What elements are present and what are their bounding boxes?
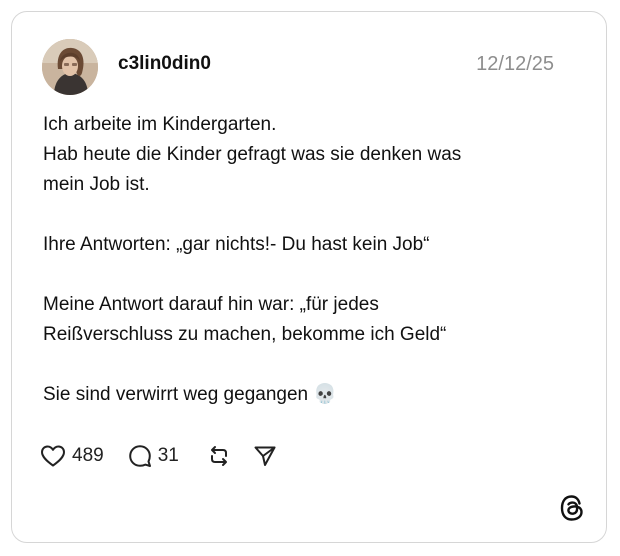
reply-button[interactable]: 31 xyxy=(128,444,179,468)
action-bar: 489 31 xyxy=(40,442,277,470)
heart-icon xyxy=(41,445,65,467)
repost-button[interactable] xyxy=(207,444,231,468)
post-text-line: Ich arbeite im Kindergarten. xyxy=(43,114,277,135)
post-text-line: Sie sind verwirrt weg gegangen 💀 xyxy=(43,384,338,405)
post-text-line: Ihre Antworten: „gar nichts!- Du hast ke… xyxy=(43,234,430,255)
avatar[interactable] xyxy=(42,39,98,95)
post-card: c3lin0din0 12/12/25 Ich arbeite im Kinde… xyxy=(11,11,607,543)
avatar-image xyxy=(42,39,98,95)
like-button[interactable]: 489 xyxy=(40,444,104,468)
post-timestamp: 12/12/25 xyxy=(476,53,554,75)
reply-count: 31 xyxy=(157,445,179,466)
post-body: Ich arbeite im Kindergarten. Hab heute d… xyxy=(43,110,583,410)
threads-logo-icon xyxy=(559,494,585,522)
post-text-line: Meine Antwort darauf hin war: „für jedes xyxy=(43,294,379,315)
like-count: 489 xyxy=(72,445,104,466)
username[interactable]: c3lin0din0 xyxy=(118,52,211,76)
post-text-line: Reißverschluss zu machen, bekomme ich Ge… xyxy=(43,324,447,345)
share-icon xyxy=(254,446,276,466)
repost-icon xyxy=(210,446,227,466)
post-text-line: mein Job ist. xyxy=(43,174,150,195)
share-button[interactable] xyxy=(253,444,277,468)
post-text-line: Hab heute die Kinder gefragt was sie den… xyxy=(43,144,462,165)
comment-icon xyxy=(128,445,151,467)
